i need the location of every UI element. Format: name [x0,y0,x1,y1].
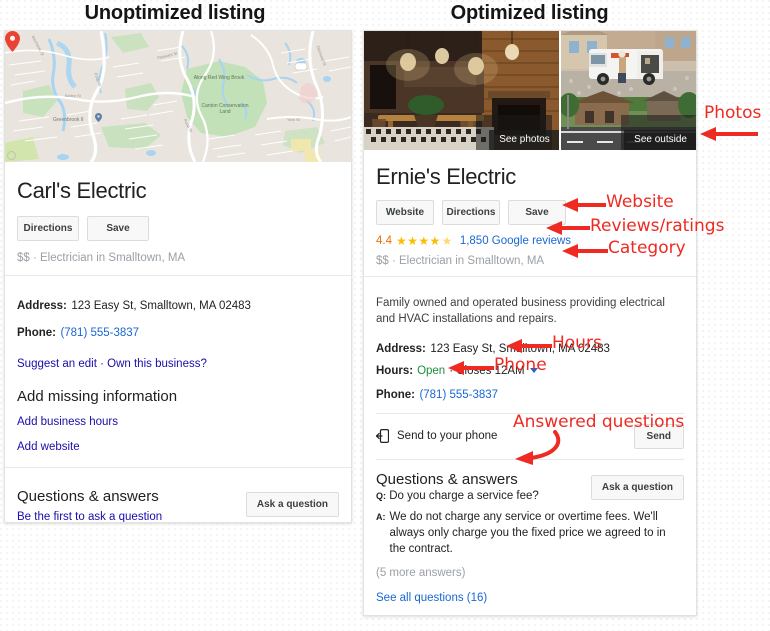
google-reviews-link[interactable]: 1,850 Google reviews [460,235,571,247]
map-location-pin [5,31,20,52]
ask-a-question-button[interactable]: Ask a question [245,492,339,517]
annotation-reviews-label: Reviews/ratings [590,216,725,236]
unoptimized-qa-section: Questions & answers Be the first to ask … [5,468,351,522]
directions-button[interactable]: Directions [17,216,79,241]
answer-text: We do not charge any service or overtime… [389,510,666,556]
qa-heading: Questions & answers [17,488,159,505]
annotation-answered-questions-label: Answered questions [513,412,685,432]
annotation-phone-label: Phone [494,355,547,375]
photo-interior[interactable]: See photos [364,31,559,150]
action-buttons: Directions Save [17,216,339,241]
map-thumbnail[interactable]: Along Red Wing Brook Canton Conservation… [5,31,351,162]
qa-section: Questions & answers Q: Do you charge a s… [376,471,684,502]
address-label: Address: [376,342,426,355]
phone-row: Phone: (781) 555-3837 [17,323,339,341]
road-label: Bailey St [65,93,81,98]
phone-row: Phone: (781) 555-3837 [376,385,684,403]
suggest-edit-link[interactable]: Suggest an edit · Own this business? [17,358,207,370]
map-attribution-icon [7,151,16,160]
see-photos-caption[interactable]: See photos [489,130,559,150]
heading-unoptimized: Unoptimized listing [84,2,266,24]
question-text: Do you charge a service fee? [389,489,539,502]
photo-gallery: See photos See outside [364,31,696,150]
heading-optimized: Optimized listing [450,2,609,24]
see-all-questions-link[interactable]: See all questions (16) [376,592,487,604]
question-key: Q: [376,490,386,501]
business-name: Carl's Electric [17,178,147,203]
question-row: Q: Do you charge a service fee? [376,490,591,502]
add-missing-info-heading: Add missing information [17,388,178,405]
map-label-conservation-land: Canton Conservation Land [201,103,249,116]
comparison-figure: Unoptimized listing Optimized listing Al… [0,0,770,631]
half-star-icon: ★ [441,234,453,248]
annotation-hours-arrow [506,339,552,353]
category-line: $$ · Electrician in Smalltown, MA [17,252,186,264]
hours-label: Hours: [376,364,414,377]
annotation-hours-label: Hours [552,333,602,353]
business-description: Family owned and operated business provi… [376,297,665,326]
photo-outside[interactable]: See outside [558,31,696,150]
be-first-to-ask-link[interactable]: Be the first to ask a question [17,511,162,522]
rating-value: 4.4 [376,235,392,247]
send-to-phone-label: Send to your phone [397,430,498,443]
map-label-red-wing-brook: Along Red Wing Brook [193,75,245,81]
business-name: Ernie's Electric [376,164,516,189]
annotation-answered-questions-arrow [515,430,561,465]
annotation-website-label: Website [606,192,674,212]
answer-row: A: We do not charge any service or overt… [376,509,684,558]
add-business-hours-link[interactable]: Add business hours [17,416,118,428]
ask-a-question-button[interactable]: Ask a question [590,474,684,500]
more-answers-label: (5 more answers) [376,566,466,579]
phone-label: Phone: [17,327,56,339]
address-row: Address: 123 Easy St, Smalltown, MA 0248… [17,296,339,314]
annotation-phone-arrow [448,361,494,375]
website-button[interactable]: Website [376,200,434,225]
optimized-listing-card: See photos See outside Ernie's Electric … [363,30,697,616]
address-label: Address: [17,300,67,312]
phone-value[interactable]: (781) 555-3837 [60,327,139,339]
annotation-category-label: Category [608,238,686,258]
unoptimized-listing-body: Carl's Electric Directions Save $$ · Ele… [5,162,351,264]
qa-heading: Questions & answers [376,470,518,488]
map-poi-label: Greenbrook II [53,117,84,123]
answer-key: A: [376,511,386,522]
edit-links-row: Suggest an edit · Own this business? [17,354,339,372]
see-outside-caption[interactable]: See outside [624,130,696,150]
annotation-photos-label: Photos [704,103,762,123]
directions-button[interactable]: Directions [442,200,500,225]
add-website-link[interactable]: Add website [17,441,80,453]
annotation-website-arrow [562,198,606,212]
road-label: York St [287,117,300,122]
send-to-phone-icon [376,429,389,444]
address-value: 123 Easy St, Smalltown, MA 02483 [71,300,251,312]
annotation-reviews-arrow [546,221,590,235]
phone-label: Phone: [376,388,415,401]
phone-value[interactable]: (781) 555-3837 [419,389,498,401]
save-button[interactable]: Save [87,216,149,241]
star-rating-icon: ★★★★ [396,234,441,248]
hours-status: Open [417,364,446,377]
annotation-photos-arrow [700,127,758,141]
annotation-category-arrow [562,244,608,258]
unoptimized-details: Address: 123 Easy St, Smalltown, MA 0248… [5,276,351,455]
map-poi-pin [95,113,102,122]
unoptimized-listing-card: Along Red Wing Brook Canton Conservation… [4,30,352,523]
